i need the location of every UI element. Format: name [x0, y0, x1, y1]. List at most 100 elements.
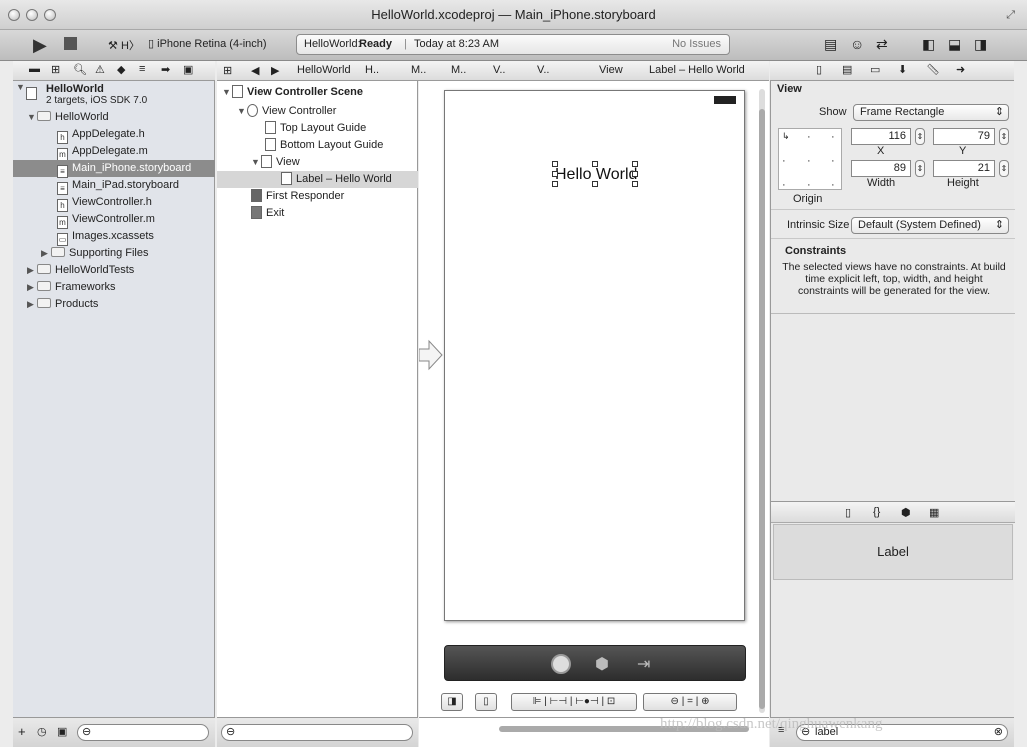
library-item-label[interactable]: Label [773, 524, 1013, 580]
media-library-icon[interactable]: ▦ [929, 506, 939, 519]
intrinsic-size-popup[interactable]: Default (System Defined) ⇕ [851, 217, 1009, 234]
pin-icon[interactable]: ⊢⊣ [550, 696, 567, 707]
exit-dock-icon[interactable]: ⇥ [637, 654, 650, 674]
find-navigator-icon[interactable]: 🔍︎ [73, 63, 87, 76]
quick-help-icon[interactable]: ▤ [842, 63, 852, 76]
jump-item-label[interactable]: Label – Hello World [649, 64, 745, 76]
storyboard-canvas[interactable]: Hello World ⬢ ⇥ ◨ ▯ ⊫ | ⊢⊣ | ⊢●⊣ | ⊡ ⊖ |… [418, 81, 769, 717]
project-root[interactable]: ▼ HelloWorld 2 targets, iOS SDK 7.0 [16, 81, 147, 111]
list-item[interactable]: m ViewController.m [57, 211, 155, 229]
disclosure-icon[interactable]: ▶ [27, 296, 37, 313]
outline-first-responder[interactable]: First Responder [251, 188, 344, 205]
x-field[interactable]: 116 [851, 128, 911, 145]
list-item[interactable]: ≡ Main_iPad.storyboard [57, 177, 179, 195]
toggle-outline-button[interactable]: ◨ [441, 693, 463, 711]
navigator-toggle-icon[interactable]: ◧ [922, 36, 935, 53]
jump-item-scene[interactable]: V.. [493, 64, 505, 76]
iphone-scene-view[interactable]: Hello World [444, 90, 745, 621]
disclosure-icon[interactable]: ▶ [27, 279, 37, 296]
outline-bottom-guide[interactable]: Bottom Layout Guide [265, 137, 383, 154]
outline-scene[interactable]: ▼ View Controller Scene [222, 84, 363, 101]
jump-item-project[interactable]: HelloWorld [297, 64, 351, 76]
version-editor-icon[interactable]: ⇄ [876, 36, 888, 53]
run-button[interactable]: ▶ [33, 35, 47, 56]
scm-filter-icon[interactable]: ▣ [57, 725, 67, 738]
fullscreen-icon[interactable]: ⤢ [1006, 9, 1015, 22]
scrollbar-thumb[interactable] [759, 109, 765, 709]
list-item[interactable]: m AppDelegate.m [57, 143, 148, 161]
jump-item-storyboard[interactable]: M.. [411, 64, 426, 76]
width-field[interactable]: 89 [851, 160, 911, 177]
symbol-navigator-icon[interactable]: ⊞ [51, 63, 60, 76]
disclosure-icon[interactable]: ▼ [251, 154, 261, 171]
breakpoint-navigator-icon[interactable]: ➡ [161, 63, 170, 76]
clear-search-icon[interactable]: ⊗ [994, 725, 1003, 740]
list-item[interactable]: ▶ HelloWorldTests [27, 262, 134, 279]
size-inspector-icon[interactable]: 📏︎ [926, 63, 940, 76]
disclosure-icon[interactable]: ▶ [27, 262, 37, 279]
list-item[interactable]: ▼ HelloWorld [27, 109, 109, 126]
jump-item-vc[interactable]: V.. [537, 64, 549, 76]
list-item[interactable]: ▶ Frameworks [27, 279, 116, 296]
zoom-controls[interactable]: ⊖ | = | ⊕ [643, 693, 737, 711]
issue-navigator-icon[interactable]: ⚠ [95, 63, 105, 76]
layout-controls[interactable]: ⊫ | ⊢⊣ | ⊢●⊣ | ⊡ [511, 693, 637, 711]
zoom-out-icon[interactable]: ⊖ [671, 696, 679, 707]
outline-exit[interactable]: Exit [251, 205, 284, 222]
related-items-icon[interactable]: ⊞ [223, 64, 232, 77]
file-template-icon[interactable]: ▯ [845, 506, 851, 519]
project-navigator-icon[interactable]: ▬ [29, 63, 40, 75]
form-factor-button[interactable]: ▯ [475, 693, 497, 711]
zoom-fit-icon[interactable]: = [687, 696, 693, 707]
vertical-scrollbar[interactable] [759, 89, 765, 713]
outline-view[interactable]: ▼ View [251, 154, 300, 171]
log-navigator-icon[interactable]: ▣ [183, 63, 193, 76]
show-popup[interactable]: Frame Rectangle ⇕ [853, 104, 1009, 121]
origin-grid[interactable]: ↳ · · · · · · · · [778, 128, 842, 191]
width-stepper[interactable]: ⇕ [915, 160, 925, 177]
object-library-icon[interactable]: ⬢ [901, 506, 911, 519]
file-inspector-icon[interactable]: ▯ [816, 63, 822, 76]
add-icon[interactable]: + [18, 724, 26, 739]
jump-item-storyboard-base[interactable]: M.. [451, 64, 466, 76]
debug-navigator-icon[interactable]: ≡ [139, 63, 145, 75]
debug-toggle-icon[interactable]: ⬓ [948, 36, 961, 53]
navigator-search-input[interactable]: ⊖ [77, 724, 209, 741]
list-item[interactable]: h ViewController.h [57, 194, 152, 212]
forward-icon[interactable]: ▶ [271, 64, 279, 77]
disclosure-icon[interactable]: ▼ [27, 109, 37, 126]
connections-inspector-icon[interactable]: ➜ [956, 63, 965, 76]
device-selector[interactable]: ▯ iPhone Retina (4-inch) [148, 37, 267, 50]
recent-files-icon[interactable]: ◷ [37, 725, 47, 738]
list-item[interactable]: h AppDelegate.h [57, 126, 145, 144]
assistant-editor-icon[interactable]: ☺ [850, 36, 864, 52]
list-item[interactable]: ▶ Products [27, 296, 98, 313]
y-stepper[interactable]: ⇕ [999, 128, 1009, 145]
utilities-toggle-icon[interactable]: ◨ [974, 36, 987, 53]
test-navigator-icon[interactable]: ◆ [117, 63, 125, 76]
outline-label-selected[interactable]: Label – Hello World [217, 171, 418, 188]
outline-view-controller[interactable]: ▼ View Controller [237, 103, 336, 120]
zoom-in-icon[interactable]: ⊕ [701, 696, 709, 707]
resolve-icon[interactable]: ⊢●⊣ [575, 696, 598, 707]
list-item[interactable]: ▭ Images.xcassets [57, 228, 154, 246]
attributes-inspector-icon[interactable]: ⬇ [898, 63, 907, 76]
jump-item-view[interactable]: View [599, 64, 623, 76]
outline-search-input[interactable]: ⊖ [221, 724, 413, 741]
height-stepper[interactable]: ⇕ [999, 160, 1009, 177]
standard-editor-icon[interactable]: ▤ [824, 36, 837, 53]
identity-inspector-icon[interactable]: ▭ [870, 63, 880, 76]
x-stepper[interactable]: ⇕ [915, 128, 925, 145]
height-field[interactable]: 21 [933, 160, 995, 177]
disclosure-icon[interactable]: ▼ [222, 84, 232, 101]
jump-item-folder[interactable]: H.. [365, 64, 379, 76]
list-item-selected[interactable]: ≡ Main_iPhone.storyboard [13, 160, 215, 178]
y-field[interactable]: 79 [933, 128, 995, 145]
align-icon[interactable]: ⊫ [533, 696, 542, 707]
list-item[interactable]: ▶ Supporting Files [41, 245, 149, 262]
disclosure-icon[interactable]: ▶ [41, 245, 51, 262]
resizing-icon[interactable]: ⊡ [607, 696, 615, 707]
stop-button[interactable] [64, 37, 77, 50]
disclosure-icon[interactable]: ▼ [237, 103, 247, 120]
code-snippet-icon[interactable]: {} [873, 506, 880, 518]
